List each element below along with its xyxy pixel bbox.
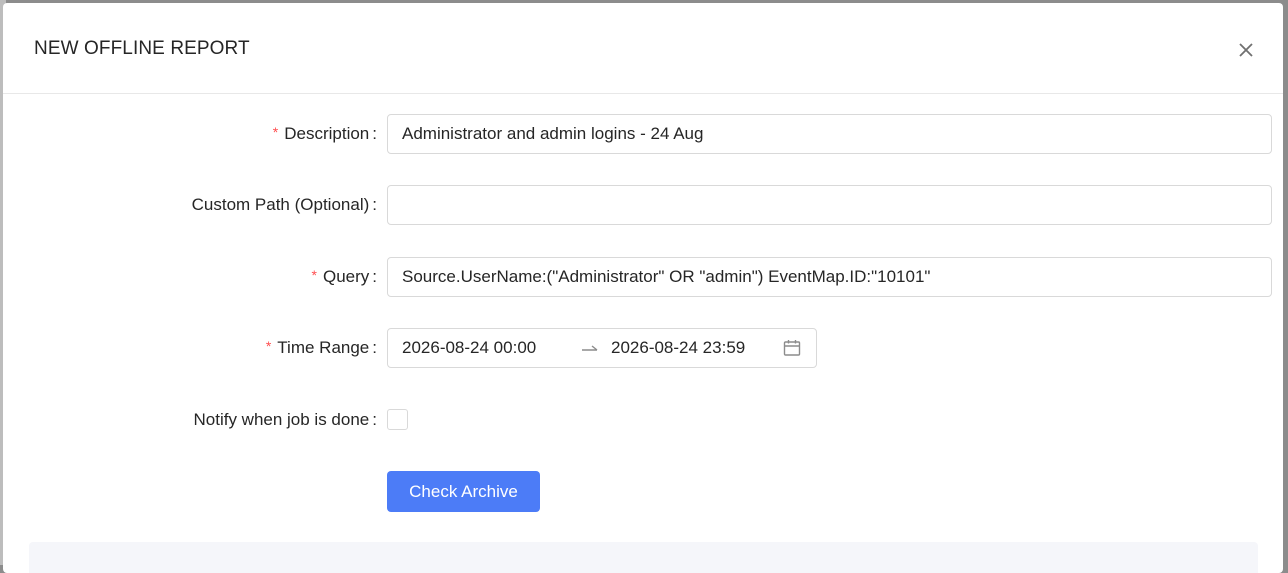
custom-path-label: Custom Path (Optional): (191, 195, 377, 214)
description-label: * Description: (272, 124, 377, 143)
notify-row: Notify when job is done: (3, 400, 1283, 440)
range-end-input[interactable]: 2026-08-24 23:59 (611, 329, 745, 367)
calendar-icon[interactable] (783, 339, 801, 362)
query-input[interactable]: Source.UserName:("Administrator" OR "adm… (387, 257, 1272, 297)
required-mark: * (265, 338, 272, 354)
query-row: * Query: Source.UserName:("Administrator"… (3, 257, 1283, 297)
time-range-picker[interactable]: 2026-08-24 00:00 2026-08-24 23:59 (387, 328, 817, 368)
required-mark: * (311, 267, 317, 283)
arrow-right-icon (581, 342, 599, 360)
description-input[interactable]: Administrator and admin logins - 24 Aug (387, 114, 1272, 154)
result-panel (29, 542, 1258, 573)
check-archive-button[interactable]: Check Archive (387, 471, 540, 512)
time-range-label: * Time Range: (265, 338, 377, 357)
dialog-title: NEW OFFLINE REPORT (34, 38, 250, 59)
query-label: * Query: (311, 267, 377, 286)
close-icon (1239, 43, 1253, 57)
dialog-header: NEW OFFLINE REPORT (3, 3, 1283, 94)
range-start-input[interactable]: 2026-08-24 00:00 (402, 329, 536, 367)
description-row: * Description: Administrator and admin lo… (3, 114, 1283, 154)
custom-path-row: Custom Path (Optional): (3, 185, 1283, 225)
close-button[interactable] (1231, 35, 1261, 65)
custom-path-input[interactable] (387, 185, 1272, 225)
notify-label: Notify when job is done: (193, 410, 377, 429)
required-mark: * (272, 124, 279, 140)
time-range-row: * Time Range: 2026-08-24 00:00 2026-08-24… (3, 328, 1283, 368)
notify-checkbox[interactable] (387, 409, 408, 430)
new-offline-report-dialog: NEW OFFLINE REPORT * Description: Adminis… (3, 3, 1283, 573)
